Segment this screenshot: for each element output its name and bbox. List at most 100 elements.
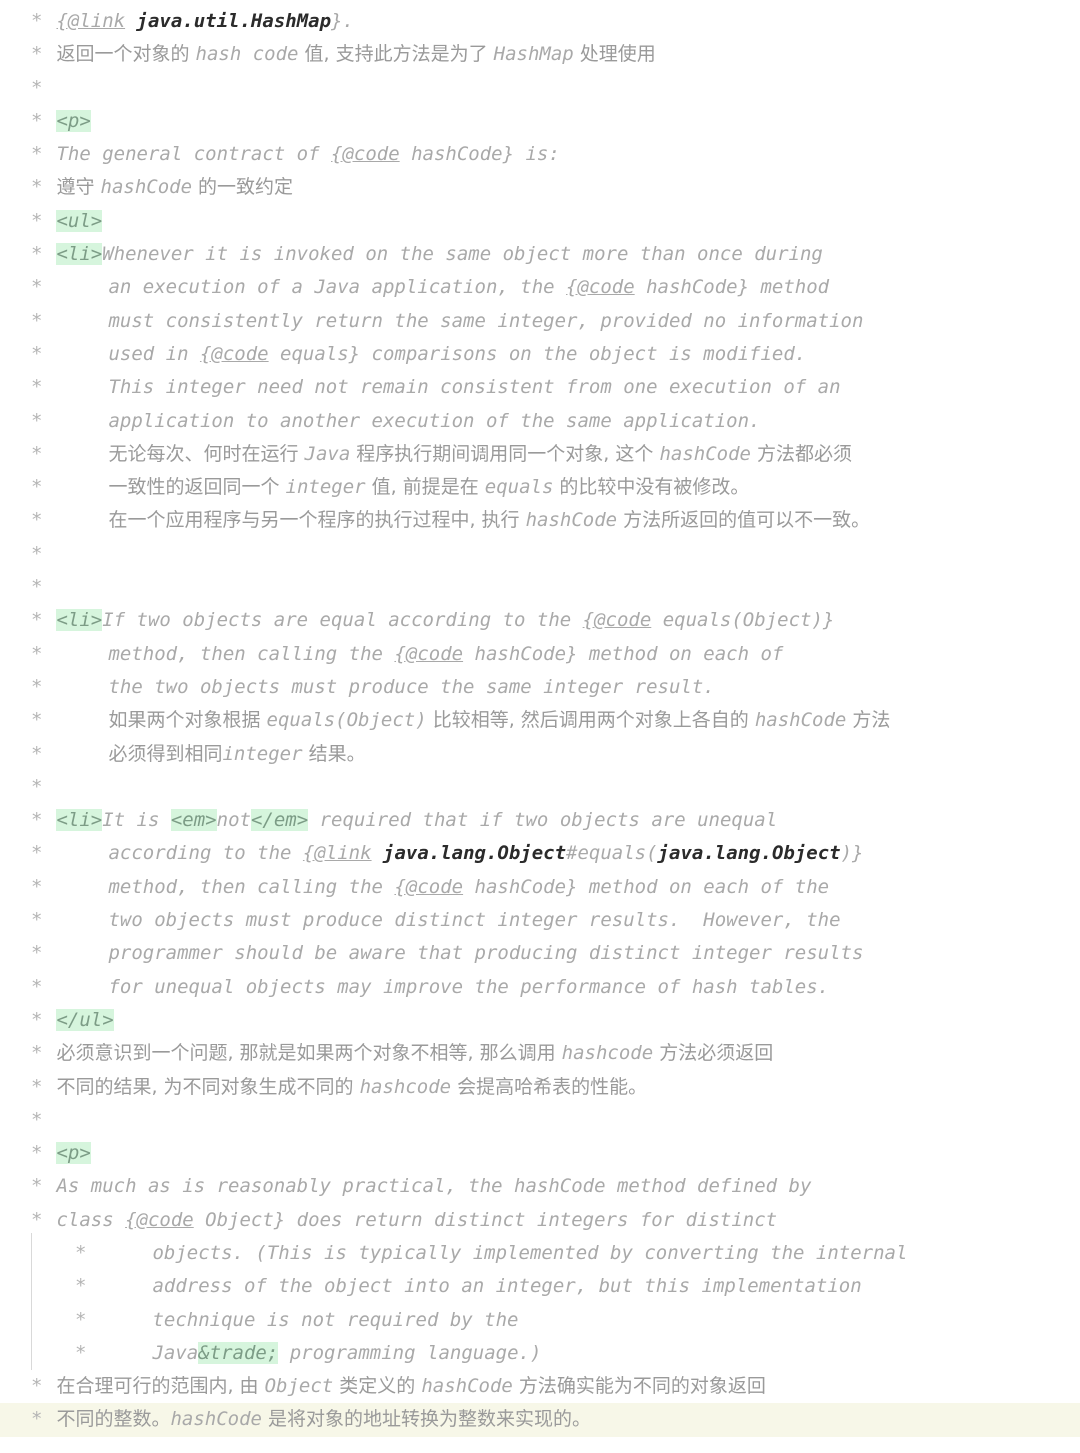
cjk-inline-code: hashCode bbox=[100, 176, 193, 199]
cjk-inline-code: hash code bbox=[195, 43, 299, 66]
javadoc-inline-tag[interactable]: {@code bbox=[394, 876, 463, 898]
javadoc-asterisk: * bbox=[31, 942, 43, 965]
cjk-inline-code: equals(Object) bbox=[266, 709, 427, 732]
cjk-text: 方法都必须 bbox=[750, 442, 852, 465]
comment-text: the two objects must produce the same in… bbox=[108, 675, 715, 698]
code-line[interactable]: * <li>Whenever it is invoked on the same … bbox=[0, 238, 1080, 271]
code-line[interactable]: * This integer need not remain consistent… bbox=[0, 371, 1080, 404]
code-line[interactable]: * 必须意识到一个问题, 那就是如果两个对象不相等, 那么调用 hashcode … bbox=[0, 1037, 1080, 1070]
code-line[interactable]: * {@link java.util.HashMap}. bbox=[0, 5, 1080, 38]
javadoc-asterisk: * bbox=[75, 1275, 87, 1298]
html-tag-token: </ul> bbox=[56, 1008, 114, 1031]
code-line[interactable]: * bbox=[0, 1104, 1080, 1137]
code-line[interactable]: * </ul> bbox=[0, 1004, 1080, 1037]
cjk-text: 一致性的返回同一个 bbox=[108, 476, 286, 499]
code-line[interactable]: * bbox=[0, 72, 1080, 105]
javadoc-asterisk: * bbox=[31, 243, 43, 266]
code-line[interactable]: * The general contract of {@code hashCode… bbox=[0, 138, 1080, 171]
code-line[interactable]: * bbox=[0, 571, 1080, 604]
cjk-text: 必须得到相同 bbox=[108, 742, 223, 765]
comment-text: method, then calling the bbox=[108, 875, 395, 898]
javadoc-asterisk: * bbox=[31, 342, 43, 365]
code-line[interactable]: * <p> bbox=[0, 105, 1080, 138]
cjk-text: 比较相等, 然后调用两个对象上各自的 bbox=[426, 709, 755, 732]
html-entity-token: &trade; bbox=[198, 1341, 279, 1364]
javadoc-inline-tag[interactable]: {@code bbox=[125, 1209, 194, 1231]
comment-text: )} bbox=[840, 842, 864, 865]
code-line[interactable]: * <p> bbox=[0, 1137, 1080, 1170]
code-line[interactable]: * must consistently return the same integ… bbox=[0, 305, 1080, 338]
comment-text: according to the bbox=[108, 842, 303, 865]
code-line[interactable]: * 在合理可行的范围内, 由 Object 类定义的 hashCode 方法确实能… bbox=[0, 1370, 1080, 1403]
code-line[interactable]: * 不同的结果, 为不同对象生成不同的 hashcode 会提高哈希表的性能。 bbox=[0, 1071, 1080, 1104]
javadoc-inline-tag[interactable]: {@link bbox=[303, 842, 372, 864]
comment-text: If two objects are equal according to th… bbox=[102, 609, 583, 632]
type-reference[interactable]: java.lang.Object bbox=[658, 842, 841, 864]
javadoc-inline-tag[interactable]: {@code bbox=[583, 609, 652, 631]
code-line[interactable]: * the two objects must produce the same i… bbox=[0, 671, 1080, 704]
comment-text: }. bbox=[331, 10, 354, 32]
comment-text: Object} does return distinct integers fo… bbox=[193, 1208, 778, 1231]
comment-text: As much as is reasonably practical, the … bbox=[56, 1175, 812, 1198]
comment-text: must consistently return the same intege… bbox=[108, 309, 864, 332]
type-reference[interactable]: java.util.HashMap bbox=[137, 10, 331, 32]
code-line[interactable]: * 必须得到相同integer 结果。 bbox=[0, 738, 1080, 771]
comment-text bbox=[125, 10, 136, 32]
code-line[interactable]: * method, then calling the {@code hashCod… bbox=[0, 638, 1080, 671]
javadoc-inline-tag[interactable]: {@code bbox=[200, 343, 269, 365]
comment-text: equals(Object)} bbox=[651, 609, 835, 632]
code-line[interactable]: * method, then calling the {@code hashCod… bbox=[0, 871, 1080, 904]
code-lines-container[interactable]: * {@link java.util.HashMap}. * 返回一个对象的 hash… bbox=[0, 5, 1080, 1437]
cjk-inline-code: Java bbox=[304, 442, 351, 465]
javadoc-inline-tag[interactable]: {@code bbox=[331, 143, 400, 165]
javadoc-asterisk: * bbox=[31, 809, 43, 832]
code-line[interactable]: * 遵守 hashCode 的一致约定 bbox=[0, 171, 1080, 204]
cjk-text: 遵守 bbox=[56, 176, 101, 199]
javadoc-inline-tag[interactable]: {@code bbox=[566, 276, 635, 298]
cjk-text: 是将对象的地址转换为整数来实现的。 bbox=[261, 1408, 592, 1431]
comment-text: not bbox=[216, 809, 251, 832]
cjk-text: 的一致约定 bbox=[192, 176, 294, 199]
javadoc-asterisk: * bbox=[31, 609, 43, 632]
code-line[interactable]: * Java&trade; programming language.) bbox=[0, 1337, 1080, 1370]
code-line[interactable]: * programmer should be aware that produci… bbox=[0, 937, 1080, 970]
code-line[interactable]: * according to the {@link java.lang.Objec… bbox=[0, 837, 1080, 870]
javadoc-inline-tag[interactable]: {@code bbox=[394, 643, 463, 665]
html-tag-token: <li> bbox=[56, 809, 103, 832]
cjk-inline-code: integer bbox=[285, 476, 366, 499]
code-line[interactable]: * address of the object into an integer, … bbox=[0, 1270, 1080, 1303]
type-reference[interactable]: java.lang.Object bbox=[383, 842, 566, 864]
code-line[interactable]: * technique is not required by the bbox=[0, 1304, 1080, 1337]
code-line[interactable]: * 如果两个对象根据 equals(Object) 比较相等, 然后调用两个对象上… bbox=[0, 704, 1080, 737]
code-line[interactable]: * two objects must produce distinct integ… bbox=[0, 904, 1080, 937]
code-line[interactable]: * 返回一个对象的 hash code 值, 支持此方法是为了 HashMap 处… bbox=[0, 38, 1080, 71]
code-line[interactable]: * 一致性的返回同一个 integer 值, 前提是在 equals 的比较中没有… bbox=[0, 471, 1080, 504]
code-line[interactable]: * 不同的整数。hashCode 是将对象的地址转换为整数来实现的。 bbox=[0, 1403, 1080, 1437]
javadoc-inline-tag[interactable]: {@link bbox=[56, 10, 125, 32]
code-line[interactable]: * class {@code Object} does return distin… bbox=[0, 1204, 1080, 1237]
javadoc-asterisk: * bbox=[31, 109, 43, 132]
javadoc-asterisk: * bbox=[31, 542, 43, 565]
code-line[interactable]: * objects. (This is typically implemented… bbox=[0, 1237, 1080, 1270]
code-line[interactable]: * application to another execution of the… bbox=[0, 405, 1080, 438]
code-line[interactable]: * for unequal objects may improve the per… bbox=[0, 971, 1080, 1004]
cjk-inline-code: HashMap bbox=[493, 43, 574, 66]
code-line[interactable]: * an execution of a Java application, the… bbox=[0, 271, 1080, 304]
code-line[interactable]: * bbox=[0, 771, 1080, 804]
code-editor[interactable]: * {@link java.util.HashMap}. * 返回一个对象的 hash… bbox=[0, 0, 1080, 1453]
code-line[interactable]: * 无论每次、何时在运行 Java 程序执行期间调用同一个对象, 这个 hashC… bbox=[0, 438, 1080, 471]
code-line[interactable]: * 在一个应用程序与另一个程序的执行过程中, 执行 hashCode 方法所返回的… bbox=[0, 504, 1080, 537]
comment-text: required that if two objects are unequal bbox=[308, 809, 778, 832]
html-tag-token: </em> bbox=[250, 809, 309, 832]
code-line[interactable]: * bbox=[0, 538, 1080, 571]
javadoc-asterisk: * bbox=[31, 76, 43, 99]
code-line[interactable]: * used in {@code equals} comparisons on t… bbox=[0, 338, 1080, 371]
code-line[interactable]: * <ul> bbox=[0, 205, 1080, 238]
cjk-text: 类定义的 bbox=[333, 1375, 422, 1398]
code-line[interactable]: * As much as is reasonably practical, the… bbox=[0, 1170, 1080, 1203]
cjk-inline-code: hashCode bbox=[754, 709, 847, 732]
javadoc-asterisk: * bbox=[31, 1142, 43, 1165]
code-line[interactable]: * <li>It is <em>not</em> required that if… bbox=[0, 804, 1080, 837]
code-line[interactable]: * <li>If two objects are equal according … bbox=[0, 604, 1080, 637]
javadoc-asterisk: * bbox=[31, 875, 43, 898]
